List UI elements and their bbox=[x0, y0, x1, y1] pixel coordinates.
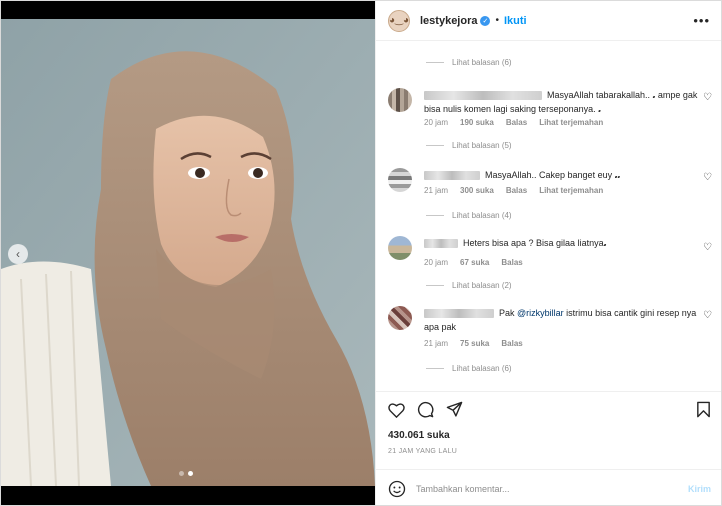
portrait-image bbox=[1, 19, 375, 486]
share-icon[interactable] bbox=[446, 401, 463, 418]
commenter-username-blurred[interactable] bbox=[424, 171, 480, 181]
commenter-avatar[interactable] bbox=[388, 306, 412, 330]
carousel-dot-active bbox=[188, 471, 193, 476]
comment-text: Pak @rizkybillar istrimu bisa cantik gin… bbox=[424, 308, 697, 332]
carousel-indicator bbox=[179, 471, 193, 476]
view-replies-button[interactable]: Lihat balasan (4) bbox=[426, 211, 512, 220]
comment-meta: 20 jam 67 suka Balas bbox=[424, 258, 523, 267]
comment-text: MasyaAllah tabarakallah.. 𝅘 ampe gak bis… bbox=[424, 90, 698, 114]
post-header: ◕‿◕ lestykejora ✓ • Ikuti ••• bbox=[376, 1, 721, 41]
comment-likes[interactable]: 190 suka bbox=[460, 118, 494, 127]
post-actions-bar bbox=[376, 391, 721, 427]
comment-heart-icon[interactable]: ♡ bbox=[703, 242, 712, 253]
comment-heart-icon[interactable]: ♡ bbox=[703, 172, 712, 183]
author-avatar[interactable]: ◕‿◕ bbox=[388, 9, 410, 32]
comment-input[interactable] bbox=[416, 483, 666, 494]
view-replies-button[interactable]: Lihat balasan (2) bbox=[426, 281, 512, 290]
view-replies-label: Lihat balasan (5) bbox=[452, 141, 512, 150]
replies-line bbox=[426, 368, 444, 369]
commenter-username-blurred[interactable] bbox=[424, 309, 494, 319]
bookmark-icon[interactable] bbox=[696, 401, 711, 418]
view-replies-button[interactable]: Lihat balasan (5) bbox=[426, 141, 512, 150]
heart-icon[interactable] bbox=[388, 402, 405, 418]
replies-line bbox=[426, 285, 444, 286]
comment-time: 21 jam bbox=[424, 186, 449, 195]
header-separator: • bbox=[495, 15, 499, 26]
author-username[interactable]: lestykejora bbox=[420, 15, 477, 27]
add-comment-bar: Kirim bbox=[376, 469, 721, 505]
comment-heart-icon[interactable]: ♡ bbox=[703, 310, 712, 321]
replies-line bbox=[426, 62, 444, 63]
comment-heart-icon[interactable]: ♡ bbox=[703, 92, 712, 103]
carousel-dot bbox=[179, 471, 184, 476]
translate-button[interactable]: Lihat terjemahan bbox=[539, 186, 603, 195]
instagram-post-modal: ‹ ◕‿◕ lestykejora ✓ • Ikuti ••• Lihat ba… bbox=[0, 0, 722, 506]
comment-meta: 20 jam 190 suka Balas Lihat terjemahan bbox=[424, 118, 603, 127]
reply-button[interactable]: Balas bbox=[506, 186, 527, 195]
view-replies-label: Lihat balasan (4) bbox=[452, 211, 512, 220]
view-replies-label: Lihat balasan (6) bbox=[452, 364, 512, 373]
comment-likes[interactable]: 300 suka bbox=[460, 186, 494, 195]
post-photo: ‹ bbox=[1, 1, 375, 505]
comment-time: 20 jam bbox=[424, 258, 449, 267]
commenter-avatar[interactable] bbox=[388, 236, 412, 260]
view-replies-button[interactable]: Lihat balasan (6) bbox=[426, 58, 512, 67]
view-replies-label: Lihat balasan (6) bbox=[452, 58, 512, 67]
post-like-count[interactable]: 430.061 suka bbox=[388, 430, 450, 441]
comment-icon[interactable] bbox=[417, 401, 434, 418]
comments-list: Lihat balasan (6) MasyaAllah tabarakalla… bbox=[376, 42, 721, 390]
post-sidebar: ◕‿◕ lestykejora ✓ • Ikuti ••• Lihat bala… bbox=[375, 1, 721, 505]
mention-link[interactable]: @rizkybillar bbox=[517, 308, 564, 318]
commenter-username-blurred[interactable] bbox=[424, 91, 542, 101]
avatar-face-icon: ◕‿◕ bbox=[388, 15, 410, 26]
comment-likes[interactable]: 67 suka bbox=[460, 258, 489, 267]
reply-button[interactable]: Balas bbox=[506, 118, 527, 127]
comment-time: 20 jam bbox=[424, 118, 449, 127]
comment-meta: 21 jam 300 suka Balas Lihat terjemahan bbox=[424, 186, 603, 195]
translate-button[interactable]: Lihat terjemahan bbox=[539, 118, 603, 127]
comment-meta: 21 jam 75 suka Balas bbox=[424, 339, 523, 348]
post-timestamp: 21 JAM YANG LALU bbox=[388, 448, 458, 455]
reply-button[interactable]: Balas bbox=[501, 258, 522, 267]
view-replies-label: Lihat balasan (2) bbox=[452, 281, 512, 290]
comment-likes[interactable]: 75 suka bbox=[460, 339, 489, 348]
commenter-avatar[interactable] bbox=[388, 168, 412, 192]
commenter-avatar[interactable] bbox=[388, 88, 412, 112]
carousel-prev-button[interactable]: ‹ bbox=[8, 244, 28, 264]
view-replies-button[interactable]: Lihat balasan (6) bbox=[426, 364, 512, 373]
verified-badge-icon: ✓ bbox=[480, 15, 491, 26]
comment-time: 21 jam bbox=[424, 339, 449, 348]
emoji-icon[interactable] bbox=[388, 480, 406, 498]
reply-button[interactable]: Balas bbox=[501, 339, 522, 348]
comment-text: Heters bisa apa ? Bisa gilaa liatnya𝅘 bbox=[424, 236, 702, 250]
chevron-left-icon: ‹ bbox=[16, 247, 20, 261]
commenter-username-blurred[interactable] bbox=[424, 239, 458, 249]
follow-button[interactable]: Ikuti bbox=[504, 15, 527, 27]
more-options-icon[interactable]: ••• bbox=[693, 13, 710, 28]
replies-line bbox=[426, 145, 444, 146]
post-comment-button[interactable]: Kirim bbox=[688, 484, 711, 494]
replies-line bbox=[426, 215, 444, 216]
comment-text: MasyaAllah.. Cakep banget euy 𝅘𝅘 bbox=[424, 168, 702, 182]
